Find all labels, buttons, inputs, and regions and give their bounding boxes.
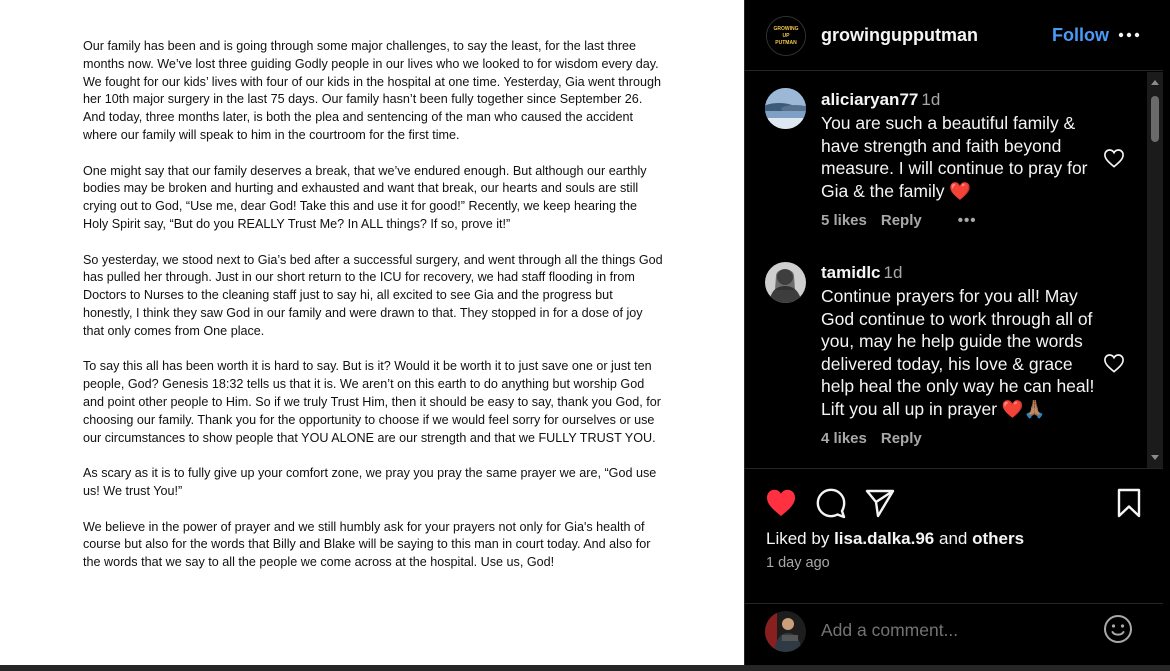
comment-body: tamidlc 1d Continue prayers for you all! … bbox=[821, 263, 1101, 447]
current-user-avatar-image bbox=[765, 611, 806, 652]
comment-text: Continue prayers for you all! May God co… bbox=[821, 286, 1095, 419]
comment-username[interactable]: tamidlc bbox=[821, 263, 881, 282]
logo-line-2: UP bbox=[783, 33, 791, 39]
comment-time: 1d bbox=[883, 263, 903, 282]
more-horizontal-icon[interactable] bbox=[1117, 26, 1141, 44]
comment-more-button[interactable]: ••• bbox=[958, 212, 977, 229]
avatar-landscape-image bbox=[765, 88, 806, 129]
post-image: Our family has been and is going through… bbox=[0, 0, 744, 665]
scroll-down-arrow-icon[interactable] bbox=[1151, 455, 1159, 460]
post-time-ago[interactable]: 1 day ago bbox=[766, 555, 830, 571]
post-header: GROWING UP PUTMAN growingupputman Follow bbox=[745, 0, 1163, 71]
add-comment-bar bbox=[745, 603, 1163, 665]
avatar[interactable] bbox=[765, 88, 806, 129]
heart-outline-icon[interactable] bbox=[1103, 148, 1125, 168]
reply-button[interactable]: Reply bbox=[881, 430, 922, 447]
scroll-thumb[interactable] bbox=[1151, 96, 1159, 142]
bottom-border bbox=[0, 665, 1170, 671]
heart-filled-icon[interactable] bbox=[765, 487, 797, 519]
post-paragraph-1: Our family has been and is going through… bbox=[83, 39, 661, 142]
liked-and: and bbox=[938, 529, 968, 548]
comment-body: aliciaryan77 1d You are such a beautiful … bbox=[821, 90, 1101, 229]
comment-likes[interactable]: 4 likes bbox=[821, 430, 867, 447]
avatar-portrait-image bbox=[765, 262, 806, 303]
liked-by-text: Liked by lisa.dalka.96 and others bbox=[766, 529, 1024, 549]
comments-list[interactable]: aliciaryan77 1d You are such a beautiful … bbox=[745, 72, 1163, 468]
post-actions: Liked by lisa.dalka.96 and others 1 day … bbox=[745, 468, 1163, 603]
liked-user-link[interactable]: lisa.dalka.96 bbox=[834, 529, 934, 548]
profile-avatar[interactable]: GROWING UP PUTMAN bbox=[766, 16, 806, 56]
post-paragraph-4: To say this all has been worth it is har… bbox=[83, 359, 661, 445]
reply-button[interactable]: Reply bbox=[881, 212, 922, 229]
comment-meta: 5 likes Reply ••• bbox=[821, 212, 1101, 229]
scroll-up-arrow-icon[interactable] bbox=[1151, 80, 1159, 85]
post-paragraph-3: So yesterday, we stood next to Gia’s bed… bbox=[83, 252, 663, 338]
emoji-icon[interactable] bbox=[1103, 614, 1133, 644]
post-paragraph-6: We believe in the power of prayer and we… bbox=[83, 519, 651, 570]
comment-text: You are such a beautiful family & have s… bbox=[821, 113, 1088, 201]
liked-others-link[interactable]: others bbox=[972, 529, 1024, 548]
avatar[interactable] bbox=[765, 262, 806, 303]
comment-likes[interactable]: 5 likes bbox=[821, 212, 867, 229]
comment-username[interactable]: aliciaryan77 bbox=[821, 90, 918, 109]
scrollbar[interactable] bbox=[1147, 72, 1163, 468]
comment-header: aliciaryan77 1d bbox=[821, 90, 1101, 110]
brand-logo: GROWING UP PUTMAN bbox=[767, 17, 805, 55]
comment-input[interactable] bbox=[821, 618, 1091, 642]
share-icon[interactable] bbox=[864, 487, 896, 519]
post-paragraph-5: As scary as it is to fully give up your … bbox=[83, 466, 657, 498]
logo-line-1: GROWING bbox=[774, 26, 799, 32]
comment-icon[interactable] bbox=[815, 487, 847, 519]
bookmark-icon[interactable] bbox=[1113, 487, 1145, 519]
heart-outline-icon[interactable] bbox=[1103, 353, 1125, 373]
comment-header: tamidlc 1d bbox=[821, 263, 1101, 283]
post-text: Our family has been and is going through… bbox=[83, 38, 663, 590]
follow-button[interactable]: Follow bbox=[1052, 25, 1109, 46]
liked-prefix: Liked by bbox=[766, 529, 830, 548]
post-paragraph-2: One might say that our family deserves a… bbox=[83, 163, 647, 231]
logo-line-3: PUTMAN bbox=[775, 40, 797, 46]
comments-panel: GROWING UP PUTMAN growingupputman Follow bbox=[744, 0, 1163, 665]
comment-time: 1d bbox=[921, 90, 941, 109]
avatar[interactable] bbox=[765, 611, 806, 652]
comment-meta: 4 likes Reply bbox=[821, 430, 1101, 447]
header-username[interactable]: growingupputman bbox=[821, 25, 978, 46]
